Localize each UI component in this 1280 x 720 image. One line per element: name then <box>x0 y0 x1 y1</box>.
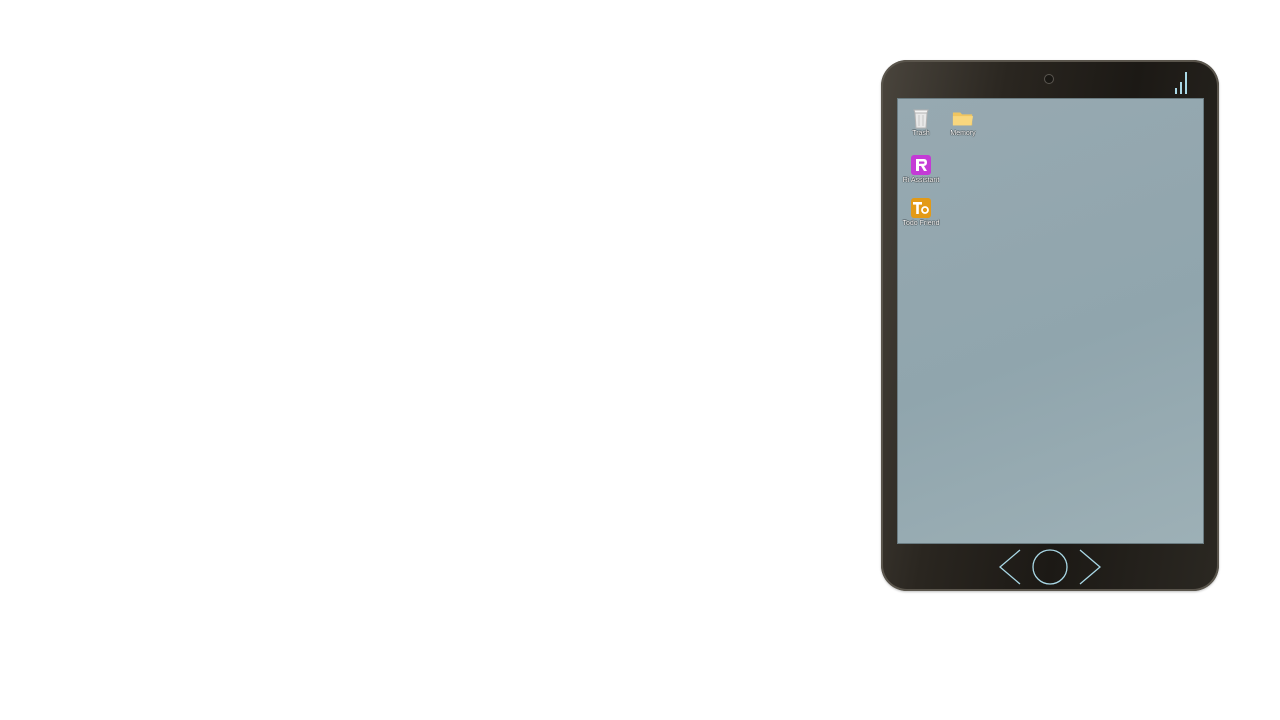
forward-button[interactable] <box>1079 549 1102 585</box>
desktop-icon-label: Trash <box>912 130 930 137</box>
signal-bars-icon <box>1175 72 1195 94</box>
desktop-icon-label: Ri Assistant <box>902 177 940 184</box>
chevron-left-icon <box>998 549 1021 585</box>
desktop-icon-ri-assistant[interactable]: Ri Assistant <box>898 154 944 185</box>
front-camera-icon <box>1044 74 1054 84</box>
home-button[interactable] <box>1032 549 1068 585</box>
trash-icon <box>910 107 932 129</box>
tablet-device: Trash Memory Ri Assistant Todo Friend <box>881 60 1219 591</box>
page-background: Trash Memory Ri Assistant Todo Friend <box>0 0 1280 720</box>
desktop-icon-trash[interactable]: Trash <box>898 107 944 138</box>
todo-app-icon <box>910 197 932 219</box>
desktop-icon-label: Memory <box>950 130 976 137</box>
folder-icon <box>952 107 974 129</box>
desktop-icon-memory[interactable]: Memory <box>940 107 986 138</box>
desktop-icon-label: Todo Friend <box>902 220 940 227</box>
desktop-icon-todo-friend[interactable]: Todo Friend <box>898 197 944 228</box>
navigation-bar <box>881 548 1219 586</box>
ri-app-icon <box>910 154 932 176</box>
chevron-right-icon <box>1079 549 1102 585</box>
back-button[interactable] <box>998 549 1021 585</box>
tablet-screen: Trash Memory Ri Assistant Todo Friend <box>897 98 1204 544</box>
home-circle-icon <box>1032 549 1068 585</box>
